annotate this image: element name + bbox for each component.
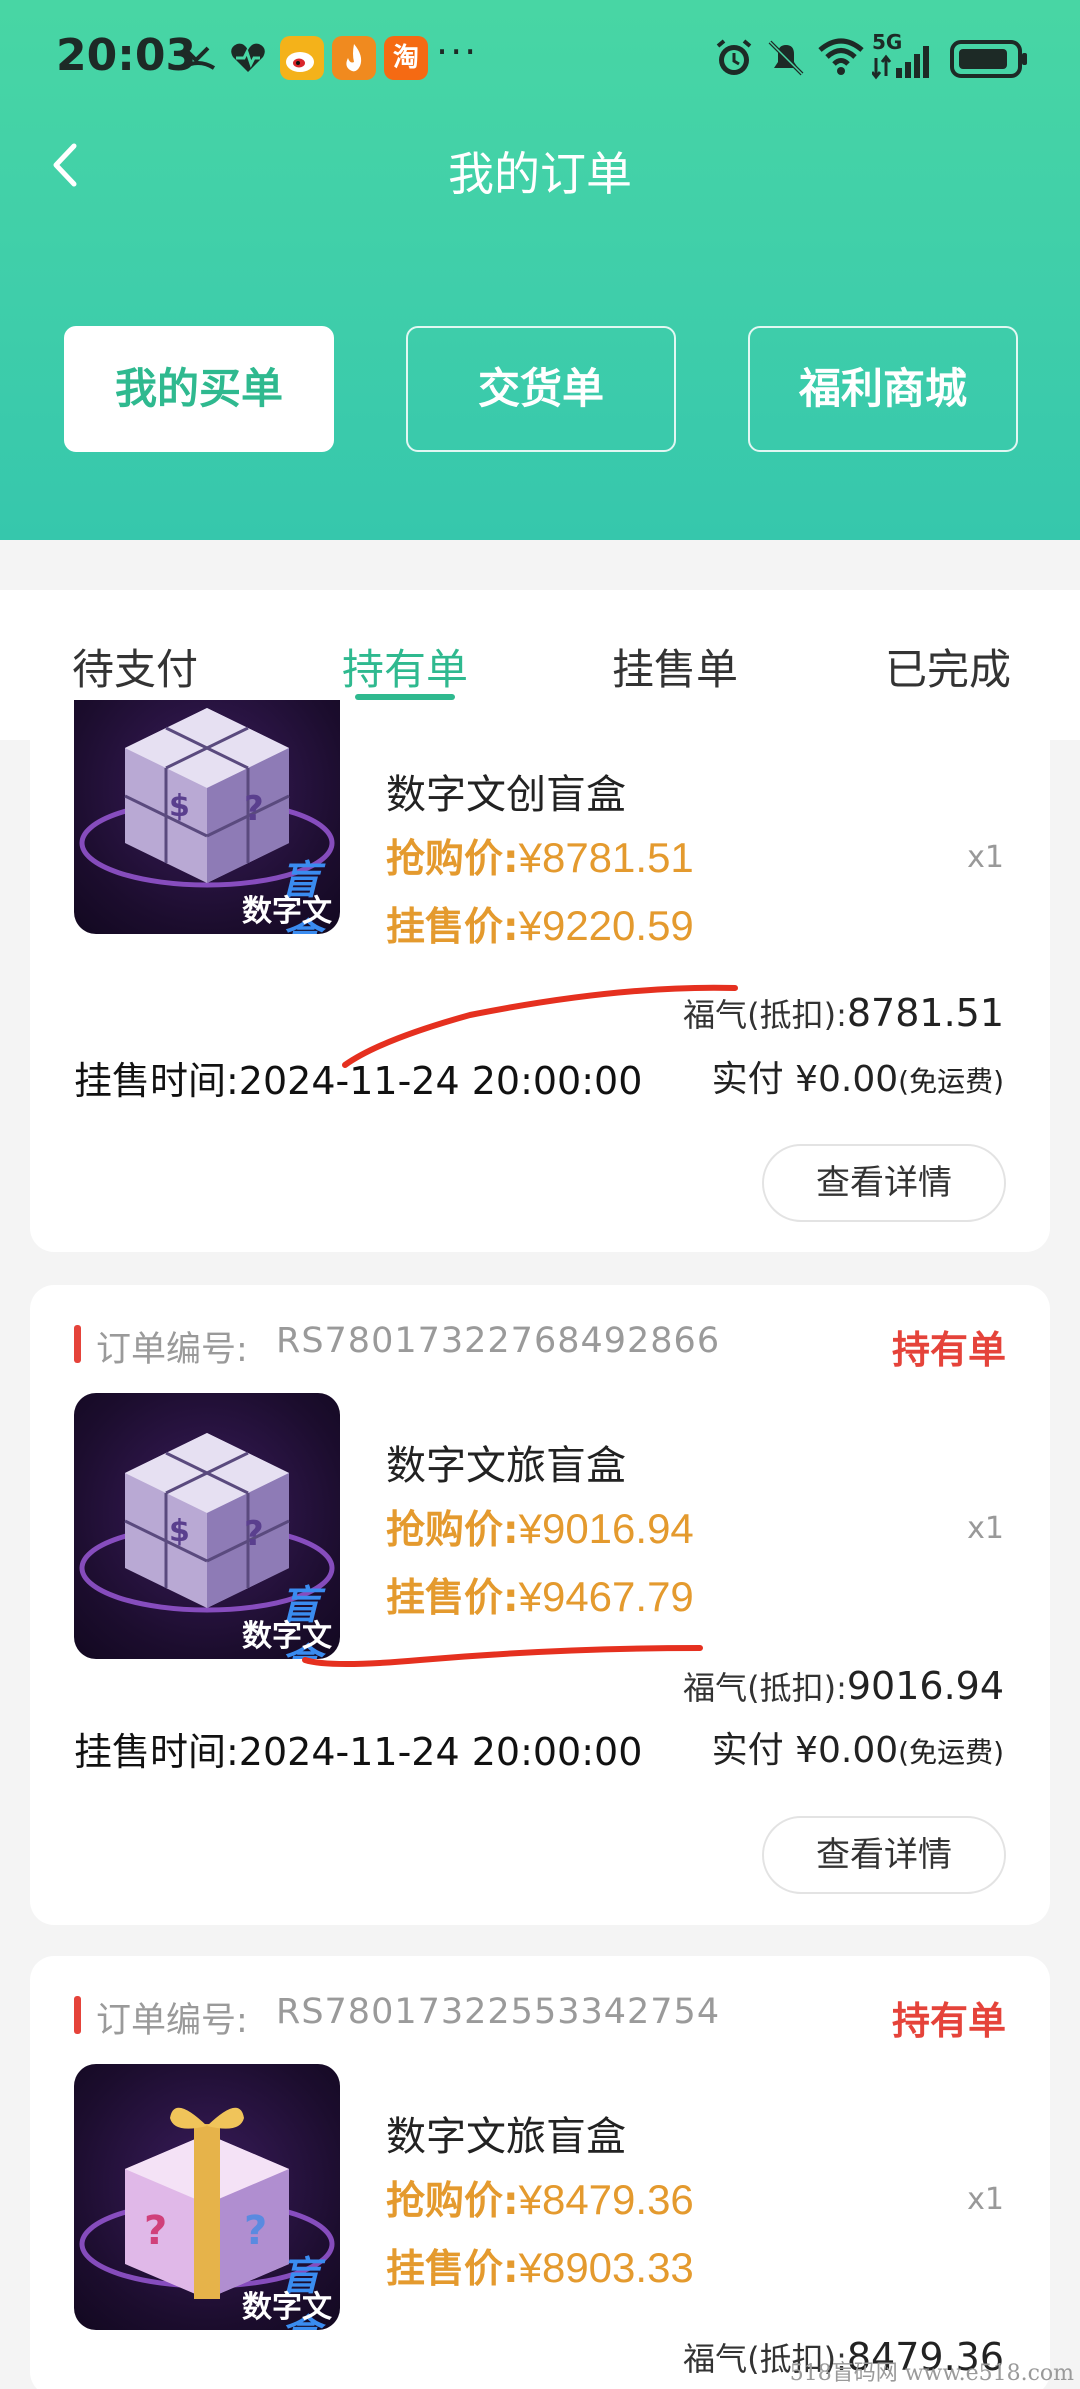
deduction-value: 8781.51 [846,991,1004,1035]
tab-holding[interactable]: 持有单 [305,636,505,697]
buy-price-value: ¥8781.51 [518,834,694,881]
segment-welfare-mall[interactable]: 福利商城 [748,326,1018,452]
view-details-button[interactable]: 查看详情 [762,1816,1006,1894]
quantity: x1 [967,1511,1004,1546]
order-card: 订单编号: RS78017322553342754 持有单 ? ? 盲盒 数字文… [30,1956,1050,2389]
product-name: 数字文创盲盒 [386,772,626,818]
buy-price-value: ¥9016.94 [518,1505,694,1552]
deduction-label: 福气(抵扣): [683,1669,847,1707]
battery-icon [950,40,1030,82]
paid-value: 实付 ¥0.00 [711,1730,899,1771]
buy-price-label: 抢购价: [386,837,519,882]
sell-price-value: ¥9467.79 [518,1573,694,1620]
sell-price-label: 挂售价: [386,2247,519,2292]
buy-price: 抢购价:¥9016.94 [386,1499,694,1555]
tab-pending-payment[interactable]: 待支付 [35,636,235,697]
sell-price-label: 挂售价: [386,1576,519,1621]
product-thumbnail[interactable]: ? ? 盲盒 数字文 [74,2064,340,2330]
order-header-accent [74,1325,81,1363]
buy-price-value: ¥8479.36 [518,2176,694,2223]
svg-text:?: ? [244,2208,267,2254]
deduction-label: 福气(抵扣): [683,996,847,1034]
free-shipping: (免运费) [898,1065,1004,1098]
signal-icon [870,44,936,84]
paid-amount: 实付 ¥0.00(免运费) [712,1050,1004,1102]
thumbnail-caption: 数字文 [242,2290,332,2325]
buy-price-label: 抢购价: [386,2179,519,2224]
sell-price-value: ¥8903.33 [518,2244,694,2291]
deduction: 福气(抵扣):8781.51 [683,990,1004,1036]
deduction-value: 9016.94 [846,1664,1004,1708]
product-thumbnail[interactable]: ? $ 盲盒 数字文 [74,700,340,934]
buy-price-label: 抢购价: [386,1508,519,1553]
svg-text:$: $ [169,789,190,824]
taobao-icon: 淘 [384,36,428,80]
segment-my-buy-orders[interactable]: 我的买单 [64,326,334,452]
weibo-icon [280,36,324,80]
paid-value: 实付 ¥0.00 [711,1059,899,1100]
order-status: 持有单 [891,1999,1006,2043]
order-header-accent [74,1996,81,2034]
product-name: 数字文旅盲盒 [386,2114,626,2160]
order-number-label: 订单编号: [96,1330,248,1370]
paid-amount: 实付 ¥0.00(免运费) [712,1721,1004,1773]
sell-price: 挂售价:¥8903.33 [386,2238,694,2294]
svg-text:$: $ [169,1514,190,1549]
buy-price: 抢购价:¥8479.36 [386,2170,694,2226]
sell-price-value: ¥9220.59 [518,902,694,949]
deduction: 福气(抵扣):9016.94 [683,1663,1004,1709]
flame-app-icon [332,36,376,80]
order-number: RS78017322768492866 [276,1321,721,1361]
thumbnail-caption: 数字文 [242,894,332,929]
quantity: x1 [967,840,1004,875]
tab-listed[interactable]: 挂售单 [575,636,775,697]
order-header: 订单编号: RS78017322553342754 持有单 [30,1986,1050,2046]
tab-completed[interactable]: 已完成 [848,636,1048,697]
product-name: 数字文旅盲盒 [386,1443,626,1489]
header: 20:03 淘 ··· 5G 我的订单 我的买单 交货单 福利商城 [0,0,1080,540]
view-details-button[interactable]: 查看详情 [762,1144,1006,1222]
alarm-icon [712,36,756,84]
order-number: RS78017322553342754 [276,1992,721,2032]
free-shipping: (免运费) [898,1736,1004,1769]
order-header: 订单编号: RS78017322768492866 持有单 [30,1315,1050,1375]
order-card: 订单编号: RS78017322768492866 持有单 ? $ 盲盒 数字文… [30,1285,1050,1925]
product-thumbnail[interactable]: ? $ 盲盒 数字文 [74,1393,340,1659]
health-icon [228,38,268,82]
mute-bell-icon [764,36,808,84]
svg-text:?: ? [144,2208,167,2254]
segment-delivery-orders[interactable]: 交货单 [406,326,676,452]
svg-text:?: ? [244,1514,264,1554]
sell-price-label: 挂售价: [386,905,519,950]
order-card: ? $ 盲盒 数字文 数字文创盲盒 抢购价:¥8781.51 x1 挂售价:¥9… [30,700,1050,1252]
buy-price: 抢购价:¥8781.51 [386,828,694,884]
sell-price: 挂售价:¥9467.79 [386,1567,694,1623]
list-time: 挂售时间:2024-11-24 20:00:00 [74,1730,643,1774]
missed-call-icon [178,38,218,82]
wifi-icon [816,34,866,82]
more-notifications-icon: ··· [436,30,479,74]
list-time: 挂售时间:2024-11-24 20:00:00 [74,1059,643,1103]
quantity: x1 [967,2182,1004,2217]
status-time: 20:03 [56,30,197,81]
thumbnail-caption: 数字文 [242,1619,332,1654]
page-title: 我的订单 [448,148,632,200]
order-status: 持有单 [891,1328,1006,1372]
watermark: 518盲码网 www.e518.com [789,2361,1074,2386]
order-number-label: 订单编号: [96,2001,248,2041]
svg-text:?: ? [244,789,264,829]
sell-price: 挂售价:¥9220.59 [386,896,694,952]
status-bar: 20:03 淘 ··· 5G [0,0,1080,120]
